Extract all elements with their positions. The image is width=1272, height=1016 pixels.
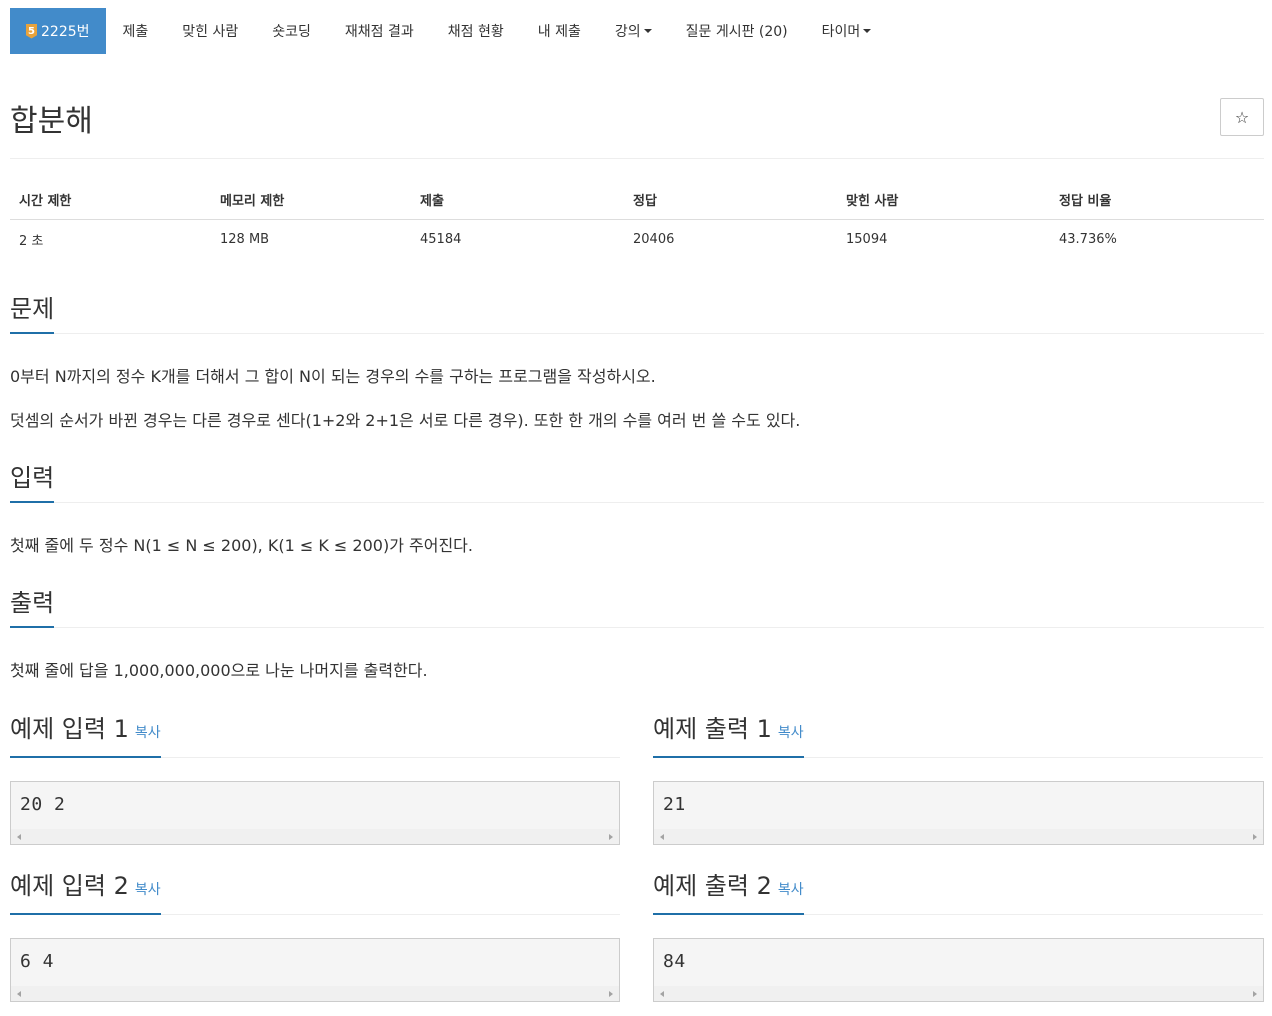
output-section-header: 출력	[10, 588, 1264, 628]
info-header-memory-limit: 메모리 제한	[220, 194, 285, 209]
scroll-left-icon[interactable]	[17, 834, 21, 840]
scroll-left-icon[interactable]	[660, 991, 664, 997]
sample-input-1-header: 예제 입력 1 복사	[10, 714, 620, 758]
scroll-right-icon[interactable]	[1253, 834, 1257, 840]
sample-input-2-title: 예제 입력 2	[10, 872, 129, 900]
info-header-accepted: 정답	[633, 194, 657, 209]
info-header-ratio: 정답 비율	[1059, 194, 1112, 209]
scroll-right-icon[interactable]	[1253, 991, 1257, 997]
sample-input-1-title-wrap: 예제 입력 1 복사	[10, 714, 161, 758]
problem-section-header: 문제	[10, 294, 1264, 334]
sample-output-2-box[interactable]: 84	[653, 938, 1264, 1002]
nav-judge-status[interactable]: 채점 현황	[431, 8, 521, 54]
sample-input-1-box[interactable]: 20 2	[10, 781, 620, 845]
nav-qna-board[interactable]: 질문 게시판 (20)	[669, 8, 805, 54]
section-divider	[10, 502, 1264, 503]
horizontal-scrollbar[interactable]	[11, 829, 619, 844]
scroll-left-icon[interactable]	[17, 991, 21, 997]
nav-submit[interactable]: 제출	[106, 8, 166, 54]
info-header-submissions: 제출	[420, 194, 444, 209]
copy-sample-input-2-button[interactable]: 복사	[135, 882, 161, 898]
sample-output-1-title-wrap: 예제 출력 1 복사	[653, 714, 804, 758]
nav-my-submissions[interactable]: 내 제출	[521, 8, 598, 54]
problem-description-2: 덧셈의 순서가 바뀐 경우는 다른 경우로 센다(1+2와 2+1은 서로 다른…	[10, 411, 801, 430]
sample-output-2-title: 예제 출력 2	[653, 872, 772, 900]
nav-solvers[interactable]: 맞힌 사람	[165, 8, 255, 54]
sample-output-1-title: 예제 출력 1	[653, 715, 772, 743]
nav-lectures-dropdown[interactable]: 강의	[598, 8, 669, 54]
title-divider	[10, 158, 1264, 159]
section-title-input: 입력	[10, 463, 55, 503]
sample-output-1-code: 21	[663, 794, 686, 815]
caret-down-icon	[643, 29, 652, 33]
info-header-row: 시간 제한 메모리 제한 제출 정답 맞힌 사람 정답 비율	[10, 180, 1264, 220]
problem-description-1: 0부터 N까지의 정수 K개를 더해서 그 합이 N이 되는 경우의 수를 구하…	[10, 367, 656, 386]
scroll-left-icon[interactable]	[660, 834, 664, 840]
sample-input-2-title-wrap: 예제 입력 2 복사	[10, 871, 161, 915]
input-description: 첫째 줄에 두 정수 N(1 ≤ N ≤ 200), K(1 ≤ K ≤ 200…	[10, 536, 473, 555]
info-value-row: 2 초 128 MB 45184 20406 15094 43.736%	[10, 220, 1264, 259]
scroll-right-icon[interactable]	[609, 991, 613, 997]
horizontal-scrollbar[interactable]	[654, 829, 1263, 844]
info-time-limit: 2 초	[19, 234, 44, 249]
sample-input-2-code: 6 4	[20, 951, 55, 972]
info-submissions: 45184	[420, 232, 462, 247]
sample-output-2-title-wrap: 예제 출력 2 복사	[653, 871, 804, 915]
copy-sample-output-2-button[interactable]: 복사	[778, 882, 804, 898]
level-badge-icon: 5	[26, 23, 37, 39]
sample-input-2-header: 예제 입력 2 복사	[10, 871, 620, 915]
info-header-solvers: 맞힌 사람	[846, 194, 899, 209]
scroll-right-icon[interactable]	[609, 834, 613, 840]
copy-sample-output-1-button[interactable]: 복사	[778, 725, 804, 741]
section-divider	[10, 627, 1264, 628]
section-title-output: 출력	[10, 588, 55, 628]
sample-input-1-code: 20 2	[20, 794, 66, 815]
input-section-header: 입력	[10, 463, 1264, 503]
info-header-time-limit: 시간 제한	[19, 194, 72, 209]
sample-input-1-title: 예제 입력 1	[10, 715, 129, 743]
copy-sample-input-1-button[interactable]: 복사	[135, 725, 161, 741]
sample-output-1-header: 예제 출력 1 복사	[653, 714, 1263, 758]
sample-output-1-box[interactable]: 21	[653, 781, 1264, 845]
page-title: 합분해	[10, 104, 93, 139]
info-memory-limit: 128 MB	[220, 232, 270, 247]
nav-problem-id: 2225번	[41, 24, 90, 40]
section-divider	[10, 333, 1264, 334]
nav-timer-label: 타이머	[821, 24, 861, 40]
nav-problem-tab[interactable]: 5 2225번	[10, 8, 106, 54]
info-accepted: 20406	[633, 232, 675, 247]
nav-timer-dropdown[interactable]: 타이머	[805, 8, 889, 54]
info-ratio: 43.736%	[1059, 232, 1117, 247]
caret-down-icon	[863, 29, 872, 33]
output-description: 첫째 줄에 답을 1,000,000,000으로 나눈 나머지를 출력한다.	[10, 661, 428, 680]
favorite-star-button[interactable]: ☆	[1220, 98, 1264, 136]
nav-lectures-label: 강의	[614, 24, 641, 40]
nav-short-coding[interactable]: 숏코딩	[255, 8, 328, 54]
horizontal-scrollbar[interactable]	[11, 986, 619, 1001]
section-title-problem: 문제	[10, 294, 55, 334]
star-icon: ☆	[1234, 107, 1250, 127]
horizontal-scrollbar[interactable]	[654, 986, 1263, 1001]
sample-output-2-header: 예제 출력 2 복사	[653, 871, 1263, 915]
sample-input-2-box[interactable]: 6 4	[10, 938, 620, 1002]
problem-info-table: 시간 제한 메모리 제한 제출 정답 맞힌 사람 정답 비율 2 초 128 M…	[10, 180, 1264, 259]
nav-rejudge-results[interactable]: 재채점 결과	[328, 8, 431, 54]
sample-output-2-code: 84	[663, 951, 686, 972]
info-solvers: 15094	[846, 232, 888, 247]
problem-nav: 5 2225번 제출 맞힌 사람 숏코딩 재채점 결과 채점 현황 내 제출 강…	[10, 8, 1264, 54]
